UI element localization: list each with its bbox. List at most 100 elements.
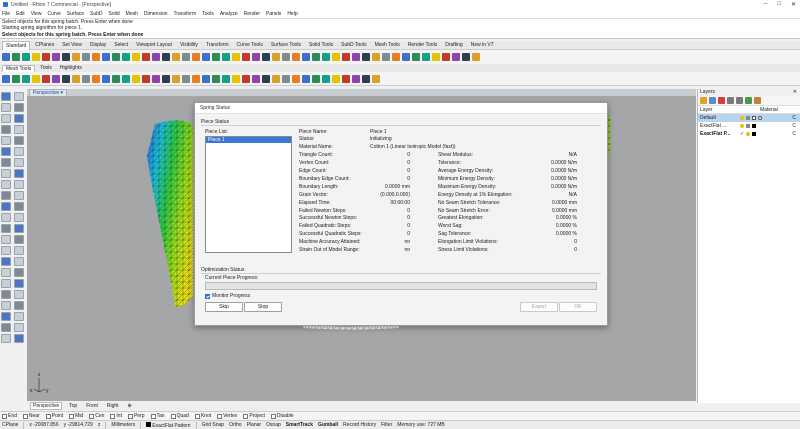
palette-tool-icon[interactable] bbox=[1, 246, 11, 255]
palette-tool-icon[interactable] bbox=[1, 213, 11, 222]
palette-tool-icon[interactable] bbox=[1, 180, 11, 189]
palette-tool-icon[interactable] bbox=[14, 158, 24, 167]
palette-tool-icon[interactable] bbox=[1, 114, 11, 123]
vtab-front[interactable]: Front bbox=[84, 403, 100, 409]
tab-subd-tools[interactable]: SubD Tools bbox=[338, 41, 369, 49]
standard-tool-icon[interactable] bbox=[82, 53, 90, 61]
tab-highlights[interactable]: Highlights bbox=[57, 65, 85, 71]
mesh-tool-icon[interactable] bbox=[72, 74, 80, 83]
palette-tool-icon[interactable] bbox=[14, 323, 24, 332]
checkbox-icon[interactable] bbox=[150, 413, 156, 419]
menu-edit[interactable]: Edit bbox=[16, 11, 25, 17]
palette-tool-icon[interactable] bbox=[14, 147, 24, 156]
checkbox-icon[interactable] bbox=[110, 413, 116, 419]
layer-row-exactflat-pattern[interactable]: ExactFlat P... ✓ C bbox=[698, 130, 800, 138]
tab-standard[interactable]: Standard bbox=[2, 40, 31, 50]
status-record-history[interactable]: Record History bbox=[343, 422, 376, 428]
standard-tool-icon[interactable] bbox=[132, 53, 140, 61]
palette-tool-icon[interactable] bbox=[1, 235, 11, 244]
lightbulb-icon[interactable] bbox=[740, 116, 744, 120]
palette-tool-icon[interactable] bbox=[14, 334, 24, 343]
status-filter[interactable]: Filter bbox=[381, 422, 392, 428]
osnap-perp[interactable]: Perp bbox=[127, 413, 145, 419]
palette-tool-icon[interactable] bbox=[1, 290, 11, 299]
lightbulb-icon[interactable] bbox=[740, 124, 744, 128]
palette-tool-icon[interactable] bbox=[14, 114, 24, 123]
lock-icon[interactable] bbox=[746, 124, 750, 128]
tab-mesh-tools-2[interactable]: Mesh Tools bbox=[2, 64, 36, 72]
menu-file[interactable]: File bbox=[2, 11, 10, 17]
tab-surface-tools[interactable]: Surface Tools bbox=[268, 41, 304, 49]
stop-button[interactable]: Stop bbox=[244, 302, 282, 312]
new-sublayer-icon[interactable] bbox=[709, 97, 716, 104]
standard-tool-icon[interactable] bbox=[462, 53, 470, 61]
standard-tool-icon[interactable] bbox=[12, 53, 20, 61]
osnap-disable[interactable]: Disable bbox=[270, 413, 294, 419]
standard-tool-icon[interactable] bbox=[392, 53, 400, 61]
checkbox-checked-icon[interactable] bbox=[205, 293, 210, 299]
palette-tool-icon[interactable] bbox=[1, 202, 11, 211]
palette-tool-icon[interactable] bbox=[1, 312, 11, 321]
minimize-icon[interactable]: – bbox=[764, 1, 767, 8]
menu-dimension[interactable]: Dimension bbox=[144, 11, 168, 17]
checkbox-icon[interactable] bbox=[89, 413, 95, 419]
standard-tool-icon[interactable] bbox=[52, 53, 60, 61]
piece-list[interactable]: Piece 1 bbox=[205, 136, 292, 253]
mesh-tool-icon[interactable] bbox=[262, 74, 270, 83]
standard-tool-icon[interactable] bbox=[452, 53, 460, 61]
palette-tool-icon[interactable] bbox=[1, 323, 11, 332]
standard-tool-icon[interactable] bbox=[92, 53, 100, 61]
tab-solid-tools[interactable]: Solid Tools bbox=[306, 41, 336, 49]
osnap-vertex[interactable]: Vertex bbox=[217, 413, 237, 419]
palette-tool-icon[interactable] bbox=[14, 191, 24, 200]
standard-tool-icon[interactable] bbox=[72, 53, 80, 61]
maximize-icon[interactable]: □ bbox=[777, 1, 781, 8]
mesh-tool-icon[interactable] bbox=[272, 74, 280, 83]
standard-tool-icon[interactable] bbox=[122, 53, 130, 61]
standard-tool-icon[interactable] bbox=[222, 53, 230, 61]
osnap-mid[interactable]: Mid bbox=[69, 413, 83, 419]
checkbox-icon[interactable] bbox=[243, 413, 249, 419]
col-layer[interactable]: Layer bbox=[700, 107, 760, 113]
skip-button[interactable]: Skip bbox=[205, 302, 243, 312]
checkbox-icon[interactable] bbox=[45, 413, 51, 419]
mesh-tool-icon[interactable] bbox=[232, 74, 240, 83]
mesh-tool-icon[interactable] bbox=[282, 74, 290, 83]
standard-tool-icon[interactable] bbox=[302, 53, 310, 61]
tab-tools[interactable]: Tools bbox=[37, 65, 55, 71]
palette-tool-icon[interactable] bbox=[14, 290, 24, 299]
piece-list-item[interactable]: Piece 1 bbox=[206, 137, 291, 143]
tab-set-view[interactable]: Set View bbox=[59, 41, 85, 49]
mesh-tool-icon[interactable] bbox=[352, 74, 360, 83]
standard-tool-icon[interactable] bbox=[2, 53, 10, 61]
filter-icon[interactable] bbox=[745, 97, 752, 104]
layer-color-swatch[interactable] bbox=[752, 124, 756, 128]
status-planar[interactable]: Planar bbox=[247, 422, 261, 428]
standard-tool-icon[interactable] bbox=[142, 53, 150, 61]
tab-transform[interactable]: Transform bbox=[203, 41, 232, 49]
mesh-tool-icon[interactable] bbox=[102, 74, 110, 83]
mesh-tool-icon[interactable] bbox=[22, 74, 30, 83]
move-up-icon[interactable] bbox=[727, 97, 734, 104]
lock-icon[interactable] bbox=[746, 116, 750, 120]
checkbox-icon[interactable] bbox=[170, 413, 176, 419]
standard-tool-icon[interactable] bbox=[332, 53, 340, 61]
layer-color-swatch[interactable] bbox=[752, 116, 756, 120]
status-ortho[interactable]: Ortho bbox=[229, 422, 242, 428]
vtab-top[interactable]: Top bbox=[67, 403, 79, 409]
standard-tool-icon[interactable] bbox=[342, 53, 350, 61]
palette-tool-icon[interactable] bbox=[14, 202, 24, 211]
palette-tool-icon[interactable] bbox=[14, 224, 24, 233]
menu-render[interactable]: Render bbox=[244, 11, 260, 17]
mesh-tool-icon[interactable] bbox=[212, 74, 220, 83]
tools-icon[interactable] bbox=[754, 97, 761, 104]
lightbulb-icon[interactable] bbox=[746, 132, 751, 136]
palette-tool-icon[interactable] bbox=[14, 268, 24, 277]
tab-viewport-layout[interactable]: Viewport Layout bbox=[133, 41, 175, 49]
standard-tool-icon[interactable] bbox=[442, 53, 450, 61]
standard-tool-icon[interactable] bbox=[162, 53, 170, 61]
tab-visibility[interactable]: Visibility bbox=[177, 41, 201, 49]
menu-panels[interactable]: Panels bbox=[266, 11, 281, 17]
standard-tool-icon[interactable] bbox=[42, 53, 50, 61]
palette-tool-icon[interactable] bbox=[14, 257, 24, 266]
